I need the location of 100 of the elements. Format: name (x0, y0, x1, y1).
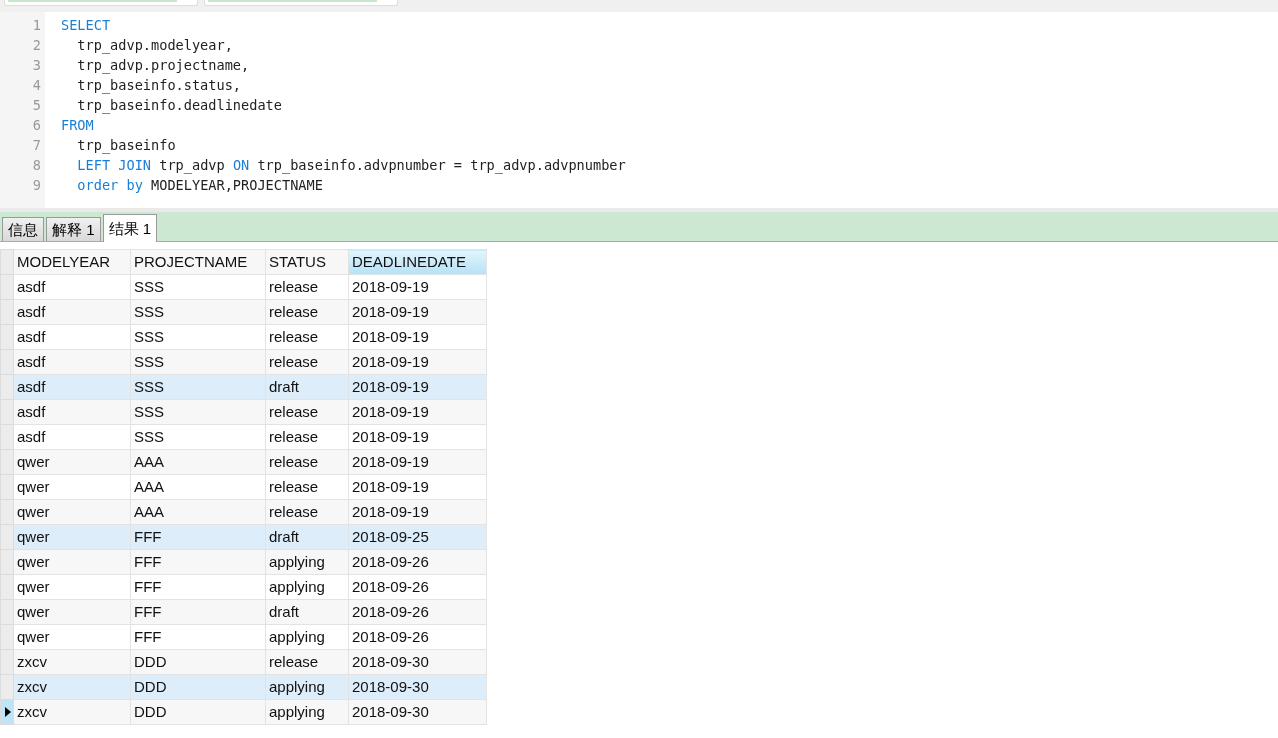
line-number: 1 (31, 16, 42, 35)
table-cell: 2018-09-19 (348, 424, 487, 450)
table-cell: asdf (13, 274, 131, 300)
table-cell: asdf (13, 399, 131, 425)
table-cell: AAA (130, 449, 266, 475)
table-cell: SSS (130, 374, 266, 400)
result-tab[interactable]: 解释 1 (46, 217, 101, 241)
line-number: 6 (31, 116, 42, 135)
table-cell: asdf (13, 299, 131, 325)
table-cell: SSS (130, 349, 266, 375)
table-cell: draft (265, 374, 349, 400)
line-number: 3 (31, 56, 42, 75)
line-number: 8 (31, 156, 42, 175)
table-cell: qwer (13, 499, 131, 525)
table-cell: 2018-09-26 (348, 624, 487, 650)
table-cell: zxcv (13, 674, 131, 700)
code-line: trp_baseinfo (76, 136, 177, 155)
table-cell: qwer (13, 624, 131, 650)
code-line: trp_baseinfo.deadlinedate (76, 96, 283, 115)
table-cell: 2018-09-26 (348, 549, 487, 575)
table-cell: DDD (130, 649, 266, 675)
column-header[interactable]: MODELYEAR (13, 249, 131, 275)
row-selector[interactable] (0, 699, 14, 725)
table-cell: qwer (13, 449, 131, 475)
table-cell: release (265, 349, 349, 375)
table-cell: 2018-09-19 (348, 374, 487, 400)
table-cell: 2018-09-19 (348, 299, 487, 325)
table-cell: 2018-09-19 (348, 449, 487, 475)
column-header[interactable]: PROJECTNAME (130, 249, 266, 275)
table-cell: release (265, 324, 349, 350)
result-tab[interactable]: 信息 (2, 217, 44, 241)
table-cell: FFF (130, 549, 266, 575)
code-line: FROM (61, 116, 95, 135)
table-cell: DDD (130, 699, 266, 725)
toolbar-field[interactable] (204, 0, 398, 6)
table-cell: asdf (13, 324, 131, 350)
table-cell: 2018-09-30 (348, 699, 487, 725)
table-cell: 2018-09-26 (348, 599, 487, 625)
table-cell: release (265, 424, 349, 450)
column-header[interactable]: DEADLINEDATE (348, 249, 487, 275)
table-cell: release (265, 449, 349, 475)
table-cell: asdf (13, 424, 131, 450)
table-cell: SSS (130, 399, 266, 425)
table-cell: applying (265, 699, 349, 725)
table-cell: asdf (13, 349, 131, 375)
row-header (0, 249, 14, 275)
line-number: 2 (31, 36, 42, 55)
table-cell: 2018-09-19 (348, 274, 487, 300)
table-cell: AAA (130, 499, 266, 525)
table-cell: release (265, 399, 349, 425)
table-cell: draft (265, 599, 349, 625)
result-tab[interactable]: 结果 1 (102, 214, 158, 242)
table-cell: AAA (130, 474, 266, 500)
code-line: order by MODELYEAR,PROJECTNAME (76, 176, 324, 195)
table-cell: SSS (130, 424, 266, 450)
column-header[interactable]: STATUS (265, 249, 349, 275)
table-cell: 2018-09-19 (348, 474, 487, 500)
table-cell: SSS (130, 324, 266, 350)
table-cell: SSS (130, 299, 266, 325)
table-cell: applying (265, 624, 349, 650)
code-line: trp_advp.projectname, (76, 56, 251, 75)
table-cell: FFF (130, 574, 266, 600)
table-cell: FFF (130, 624, 266, 650)
code-line: trp_baseinfo.status, (76, 76, 243, 95)
code-line: SELECT (61, 16, 112, 35)
table-cell: applying (265, 574, 349, 600)
table-cell: release (265, 649, 349, 675)
table-cell: 2018-09-25 (348, 524, 487, 550)
table-cell: release (265, 274, 349, 300)
table-cell: asdf (13, 374, 131, 400)
table-cell: 2018-09-26 (348, 574, 487, 600)
table-cell: qwer (13, 574, 131, 600)
table-cell: qwer (13, 549, 131, 575)
table-cell: FFF (130, 524, 266, 550)
table-cell: SSS (130, 274, 266, 300)
table-cell: 2018-09-19 (348, 499, 487, 525)
table-cell: 2018-09-19 (348, 399, 487, 425)
table-cell: 2018-09-19 (348, 324, 487, 350)
table-cell: applying (265, 549, 349, 575)
table-cell: qwer (13, 599, 131, 625)
toolbar-field[interactable] (4, 0, 198, 6)
table-cell: zxcv (13, 699, 131, 725)
table-cell: applying (265, 674, 349, 700)
line-number: 9 (31, 176, 42, 195)
table-cell: release (265, 499, 349, 525)
code-line: trp_advp.modelyear, (76, 36, 234, 55)
table-cell: zxcv (13, 649, 131, 675)
line-number: 5 (31, 96, 42, 115)
table-cell: FFF (130, 599, 266, 625)
line-number: 7 (31, 136, 42, 155)
code-line: LEFT JOIN trp_advp ON trp_baseinfo.advpnumber = trp_advp.advpnumber (76, 156, 626, 175)
table-cell: release (265, 474, 349, 500)
table-cell: release (265, 299, 349, 325)
current-row-icon (5, 707, 11, 717)
line-number: 4 (31, 76, 42, 95)
table-cell: qwer (13, 474, 131, 500)
table-cell: qwer (13, 524, 131, 550)
table-cell: DDD (130, 674, 266, 700)
table-cell: 2018-09-19 (348, 349, 487, 375)
table-cell: 2018-09-30 (348, 649, 487, 675)
